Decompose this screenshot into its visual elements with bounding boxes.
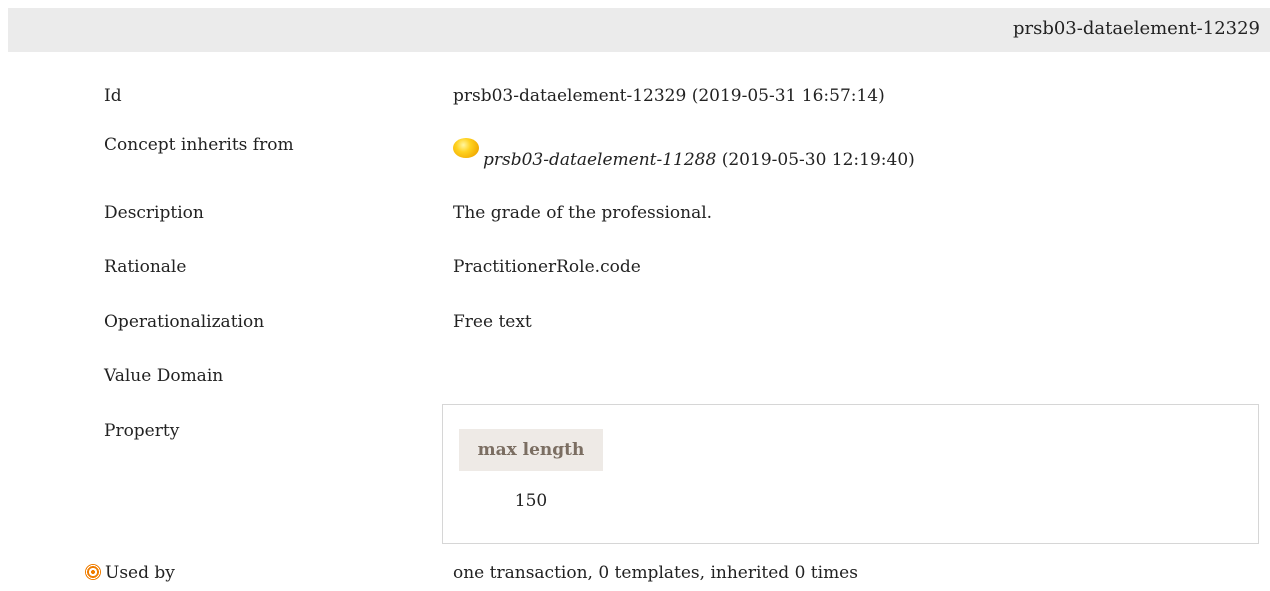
inherits-value-wrap: prsb03-dataelement-11288 (2019-05-30 12:… [453, 138, 915, 170]
id-label: Id [104, 86, 122, 106]
property-value-max-length: 150 [514, 491, 548, 511]
property-label: Property [104, 421, 180, 441]
rationale-label: Rationale [104, 257, 187, 277]
id-value: prsb03-dataelement-12329 (2019-05-31 16:… [453, 86, 885, 106]
operationalization-label: Operationalization [104, 312, 265, 332]
rationale-value: PractitionerRole.code [453, 257, 641, 277]
operationalization-value: Free text [453, 312, 532, 332]
yellow-orb-icon [453, 138, 479, 158]
used-by-label-wrap: Used by [85, 563, 175, 583]
description-label: Description [104, 203, 204, 223]
value-domain-label: Value Domain [104, 366, 224, 386]
header-bar: prsb03-dataelement-12329 [8, 8, 1270, 52]
target-icon [85, 564, 101, 580]
inherits-label: Concept inherits from [104, 135, 294, 155]
header-element-id: prsb03-dataelement-12329 [1012, 18, 1260, 39]
used-by-label: Used by [105, 563, 175, 583]
description-value: The grade of the professional. [453, 203, 713, 223]
property-header-max-length: max length [459, 429, 603, 471]
inherits-link[interactable]: prsb03-dataelement-11288 [483, 150, 716, 170]
used-by-value: one transaction, 0 templates, inherited … [453, 563, 858, 583]
property-table: max length 150 [442, 404, 1259, 544]
inherits-date: (2019-05-30 12:19:40) [721, 150, 915, 170]
